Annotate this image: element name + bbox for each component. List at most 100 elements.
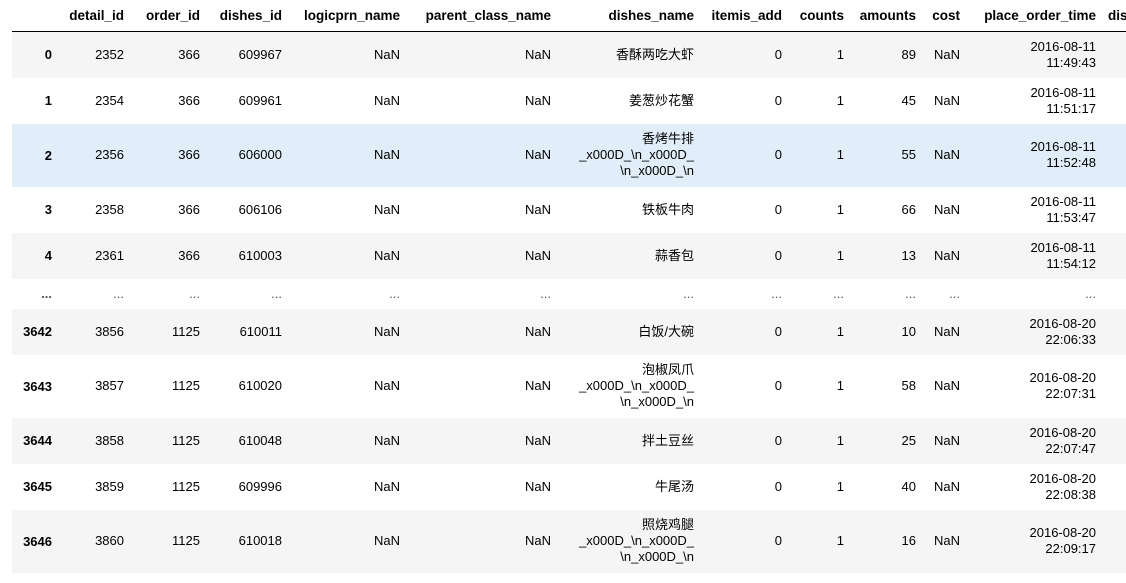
table-cell: 白饭/大碗: [557, 309, 700, 355]
table-cell: 2016-08-20 22:07:31: [966, 355, 1102, 418]
table-cell: 泡椒凤爪 _x000D_\n_x000D_ \n_x000D_\n: [557, 355, 700, 418]
cell-value: 牛尾汤: [654, 478, 694, 494]
table-cell: 3858: [58, 418, 130, 464]
table-cell: [1102, 78, 1126, 124]
table-cell: 40: [850, 464, 922, 510]
table-cell: 610003: [206, 233, 288, 279]
cell-value: NaN: [373, 478, 400, 494]
column-header: order_id: [130, 0, 206, 32]
table-cell: NaN: [922, 464, 966, 510]
cell-value: NaN: [524, 92, 551, 108]
table-cell: 牛尾汤: [557, 464, 700, 510]
dataframe-output: detail_id order_id dishes_id logicprn_na…: [12, 0, 1126, 583]
cell-value: 366: [178, 92, 200, 108]
table-row: 4 2361 366 610003 NaN NaN 蒜香包 0 1 13 NaN 2016-08-11…: [12, 232, 1126, 279]
table-cell: 1: [788, 233, 850, 279]
table-cell: 45: [850, 78, 922, 124]
cell-value: 610011: [239, 323, 282, 339]
cell-value: 45: [901, 92, 916, 108]
column-header: itemis_add: [700, 0, 788, 32]
cell-value: NaN: [373, 46, 400, 62]
table-cell: 609961: [206, 78, 288, 124]
cell-value: 13: [901, 247, 916, 263]
table-cell: 0: [700, 309, 788, 355]
table-cell: [1102, 309, 1126, 355]
cell-value: NaN: [373, 92, 400, 108]
row-index: 3: [44, 202, 52, 217]
cell-value: 0: [774, 378, 782, 393]
cell-value: 0: [774, 247, 782, 263]
cell-value: 25: [901, 432, 916, 448]
table-cell: 366: [130, 233, 206, 279]
row-index: 3646: [23, 533, 52, 549]
cell-value: 2361: [95, 247, 124, 263]
table-cell: ...: [850, 279, 922, 309]
column-header: place_order_time: [966, 0, 1102, 32]
table-cell: 58: [850, 355, 922, 418]
cell-value: 1125: [172, 323, 200, 339]
row-index: 1: [44, 93, 52, 108]
table-cell: [1102, 233, 1126, 279]
table-cell: 2016-08-20 22:08:38: [966, 464, 1102, 510]
row-index: 3642: [23, 324, 52, 339]
cell-value: 2016-08-11 11:51:17: [1030, 84, 1096, 116]
cell-value: 2016-08-20 22:07:31: [1029, 370, 1097, 401]
table-cell: 1: [788, 78, 850, 124]
cell-value: 2016-08-11 11:53:47: [1030, 193, 1096, 225]
table-cell: 0: [700, 355, 788, 418]
table-cell: 609996: [206, 464, 288, 510]
cell-value: 1: [836, 478, 844, 494]
cell-value: 3858: [95, 432, 124, 448]
cell-value: 0: [774, 432, 782, 448]
table-cell: NaN: [406, 464, 557, 510]
cell-value: 609967: [238, 46, 282, 62]
cell-value: 3857: [95, 378, 124, 393]
cell-value: NaN: [373, 378, 400, 393]
cell-value: ...: [389, 285, 400, 301]
table-cell: NaN: [288, 510, 406, 573]
table-cell: 3856: [58, 309, 130, 355]
cell-value: 0: [774, 323, 782, 339]
cell-value: 铁板牛肉: [641, 201, 694, 217]
cell-value: 1: [836, 46, 844, 62]
cell-value: ...: [1085, 285, 1096, 301]
table-cell: 1125: [130, 309, 206, 355]
table-row: 1 2354 366 609961 NaN NaN 姜葱炒花蟹 0 1 45 NaN 2016-08-…: [12, 77, 1126, 124]
table-cell: NaN: [288, 464, 406, 510]
table-cell: 1: [788, 510, 850, 573]
table-cell: NaN: [406, 124, 557, 187]
table-cell: 610048: [206, 418, 288, 464]
table-cell: 606000: [206, 124, 288, 187]
cell-value: 香烤牛排 _x000D_\n_x000D_ \n_x000D_\n: [579, 131, 694, 178]
cell-value: 366: [178, 147, 200, 162]
cell-value: NaN: [373, 201, 400, 217]
table-cell: NaN: [922, 187, 966, 233]
table-row: 3645 3859 1125 609996 NaN NaN 牛尾汤 0 1 40 NaN 2016-0…: [12, 463, 1126, 510]
cell-value: ...: [271, 285, 282, 301]
table-cell: 55: [850, 124, 922, 187]
table-cell: 2016-08-11 11:54:12: [966, 233, 1102, 279]
cell-value: 3860: [95, 533, 124, 548]
cell-value: NaN: [933, 201, 960, 217]
table-cell: NaN: [406, 355, 557, 418]
cell-value: NaN: [933, 378, 960, 393]
cell-value: 1125: [172, 478, 200, 494]
cell-value: 66: [901, 201, 916, 217]
cell-value: NaN: [524, 533, 551, 548]
table-cell: [1102, 279, 1126, 309]
table-cell: 606106: [206, 187, 288, 233]
table-cell: [1102, 464, 1126, 510]
table-cell: NaN: [288, 355, 406, 418]
cell-value: NaN: [524, 147, 551, 162]
cell-value: NaN: [933, 478, 960, 494]
cell-value: 58: [901, 378, 916, 393]
table-cell: NaN: [288, 418, 406, 464]
table-cell: [1102, 32, 1126, 78]
table-cell: NaN: [288, 124, 406, 187]
table-cell: 1125: [130, 464, 206, 510]
table-cell: 0: [700, 464, 788, 510]
cell-value: NaN: [524, 201, 551, 217]
table-cell: 2016-08-11 11:53:47: [966, 187, 1102, 233]
table-cell: 609967: [206, 32, 288, 78]
table-cell: 0: [700, 187, 788, 233]
